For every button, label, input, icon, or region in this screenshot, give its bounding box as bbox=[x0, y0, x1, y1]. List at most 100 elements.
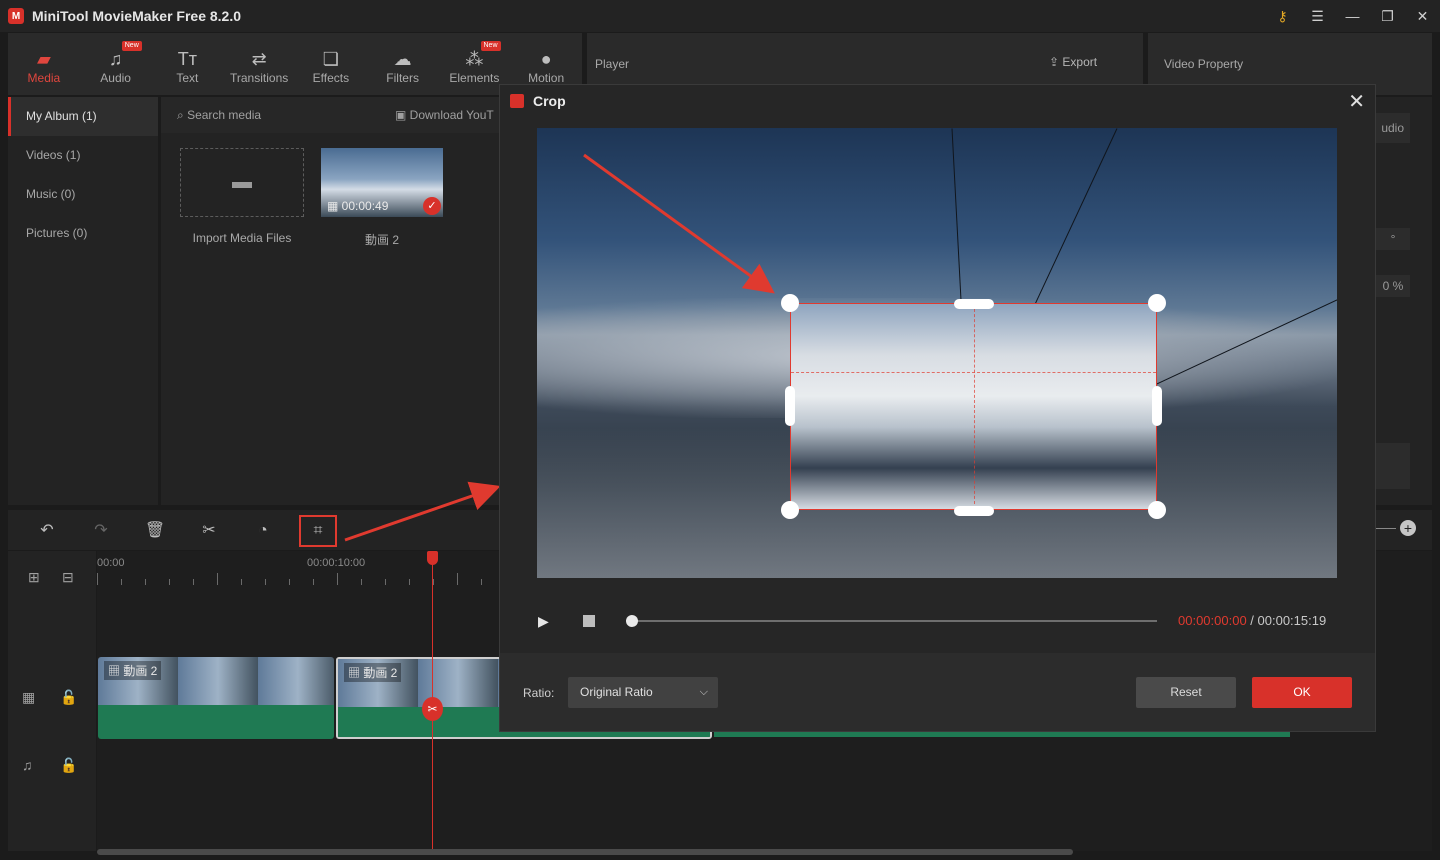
tab-filters[interactable]: ☁ Filters bbox=[367, 47, 439, 85]
search-input[interactable]: ⌕ Search media bbox=[177, 108, 261, 123]
film-icon: ▦ bbox=[327, 199, 342, 213]
seek-handle[interactable] bbox=[626, 615, 638, 627]
timeline-scrollbar[interactable] bbox=[97, 849, 1073, 855]
ruler-tick bbox=[337, 573, 338, 585]
minimize-icon[interactable]: — bbox=[1335, 8, 1370, 24]
current-time: 00:00:00:00 bbox=[1178, 613, 1247, 628]
media-icon: ▰ bbox=[36, 49, 51, 69]
clip-audio-waveform bbox=[98, 705, 334, 739]
ruler-tick bbox=[193, 579, 194, 585]
property-panel: udio ° 0 % bbox=[1376, 97, 1432, 505]
delete-icon[interactable]: 🗑 bbox=[140, 518, 170, 544]
new-badge: New bbox=[121, 41, 142, 51]
audio-track-icon: ♫ bbox=[22, 757, 33, 773]
ruler-label: 00:00:10:00 bbox=[307, 557, 366, 569]
tab-media[interactable]: ▰ Media bbox=[8, 47, 80, 85]
film-icon: ▦ bbox=[348, 666, 364, 680]
clip-name: ▦ 動画 2 bbox=[104, 661, 162, 680]
album-item-music[interactable]: Music (0) bbox=[8, 175, 158, 214]
album-item-videos[interactable]: Videos (1) bbox=[8, 136, 158, 175]
new-badge: New bbox=[480, 41, 501, 51]
property-value-scale[interactable]: 0 % bbox=[1376, 275, 1410, 297]
playhead[interactable]: ✂ bbox=[422, 551, 443, 851]
stop-icon[interactable] bbox=[583, 615, 595, 627]
crop-button[interactable]: ⌗ bbox=[299, 515, 337, 547]
redo-icon[interactable]: ↷ bbox=[86, 518, 116, 544]
ruler-tick bbox=[457, 573, 458, 585]
search-icon: ⌕ bbox=[177, 108, 188, 122]
transitions-icon: ⇄ bbox=[251, 49, 267, 69]
ruler-tick bbox=[145, 579, 146, 585]
ratio-dropdown[interactable]: Original Ratio ⌵ bbox=[568, 677, 718, 708]
lock-icon[interactable]: 🔓 bbox=[60, 757, 77, 774]
ruler-tick bbox=[409, 579, 410, 585]
maximize-icon[interactable]: ❐ bbox=[1370, 8, 1405, 25]
seek-bar[interactable] bbox=[626, 615, 1157, 627]
album-item-my-album[interactable]: My Album (1) bbox=[8, 97, 158, 136]
tab-elements[interactable]: New ⁂ Elements bbox=[439, 41, 511, 85]
annotation-arrow bbox=[583, 153, 775, 294]
total-time: / 00:00:15:19 bbox=[1246, 613, 1327, 628]
close-icon[interactable]: ✕ bbox=[1348, 89, 1365, 114]
ruler-tick bbox=[217, 573, 218, 585]
download-icon: ▣ bbox=[395, 108, 410, 122]
dialog-title: Crop bbox=[533, 93, 566, 109]
export-button[interactable]: ⇪ Export bbox=[1049, 55, 1097, 69]
clip-duration: ▦ 00:00:49 bbox=[327, 199, 389, 213]
ruler-tick bbox=[289, 579, 290, 585]
media-library: ⌕ Search media ▣ Download YouT ▬ Import … bbox=[161, 97, 501, 505]
effects-icon: ❏ bbox=[322, 49, 339, 69]
ruler-tick bbox=[169, 579, 170, 585]
minitool-logo-icon bbox=[510, 94, 524, 108]
checkmark-icon: ✓ bbox=[423, 197, 441, 215]
timeline-clip[interactable]: ▦ 動画 2 bbox=[98, 657, 334, 739]
zoom-in-icon[interactable]: + bbox=[1400, 520, 1416, 536]
tab-text[interactable]: Tт Text bbox=[152, 47, 224, 85]
import-media-button[interactable]: ▬ bbox=[180, 148, 304, 217]
menu-icon[interactable]: ☰ bbox=[1300, 8, 1335, 25]
key-icon[interactable]: ⚷ bbox=[1265, 8, 1300, 25]
chevron-down-icon: ⌵ bbox=[699, 686, 708, 698]
crop-preview bbox=[537, 128, 1337, 578]
album-item-pictures[interactable]: Pictures (0) bbox=[8, 214, 158, 253]
window-controls: ⚷ ☰ — ❐ ✕ bbox=[1265, 0, 1440, 32]
clip-name: ▦ 動画 2 bbox=[344, 663, 402, 682]
tab-effects[interactable]: ❏ Effects bbox=[295, 47, 367, 85]
zoom-slider[interactable] bbox=[1376, 528, 1396, 529]
music-note-icon: ♫ bbox=[108, 49, 123, 69]
remove-track-icon[interactable]: ⊟ bbox=[62, 569, 74, 586]
media-clip-thumbnail[interactable]: ▦ 00:00:49 ✓ bbox=[321, 148, 443, 217]
download-youtube-button[interactable]: ▣ Download YouT bbox=[395, 108, 494, 122]
split-icon[interactable]: ✂ bbox=[194, 518, 224, 544]
property-audio-tab[interactable]: udio bbox=[1376, 113, 1410, 143]
ruler-label: 00:00 bbox=[97, 557, 125, 569]
media-search-bar: ⌕ Search media ▣ Download YouT bbox=[161, 97, 501, 133]
reset-button[interactable]: Reset bbox=[1136, 677, 1236, 708]
annotation-arrow-svg bbox=[583, 153, 775, 294]
ok-button[interactable]: OK bbox=[1252, 677, 1352, 708]
speed-icon[interactable]: ◔ bbox=[248, 518, 278, 544]
elements-icon: ⁂ bbox=[465, 49, 484, 69]
split-icon[interactable]: ✂ bbox=[422, 697, 443, 721]
film-icon: ▦ bbox=[108, 664, 124, 678]
undo-icon[interactable]: ↶ bbox=[32, 518, 62, 544]
text-icon: Tт bbox=[177, 49, 197, 69]
import-media-label: Import Media Files bbox=[192, 231, 292, 245]
close-icon[interactable]: ✕ bbox=[1405, 8, 1440, 25]
timeline-track-controls: ⊞ ⊟ ▦ 🔓 ♫ 🔓 bbox=[8, 551, 96, 851]
lock-icon[interactable]: 🔓 bbox=[60, 689, 77, 706]
playhead-handle[interactable] bbox=[427, 551, 438, 565]
main-toolbar: ▰ Media New ♫ Audio Tт Text ⇄ Transition… bbox=[8, 33, 582, 95]
ruler-tick bbox=[313, 579, 314, 585]
property-value-rotation[interactable]: ° bbox=[1376, 228, 1410, 250]
ratio-label: Ratio: bbox=[523, 686, 555, 700]
crop-dialog: Crop ✕ ▶ 00:00:00:00 / 00:00:15:19 Ratio… bbox=[499, 84, 1376, 732]
tab-transitions[interactable]: ⇄ Transitions bbox=[223, 47, 295, 85]
filters-icon: ☁ bbox=[393, 49, 412, 69]
play-icon[interactable]: ▶ bbox=[538, 613, 549, 630]
ruler-tick bbox=[433, 579, 434, 585]
app-title: MiniTool MovieMaker Free 8.2.0 bbox=[32, 8, 242, 24]
tab-audio[interactable]: New ♫ Audio bbox=[80, 41, 152, 85]
add-track-icon[interactable]: ⊞ bbox=[28, 569, 40, 586]
tab-motion[interactable]: ● Motion bbox=[510, 47, 582, 85]
